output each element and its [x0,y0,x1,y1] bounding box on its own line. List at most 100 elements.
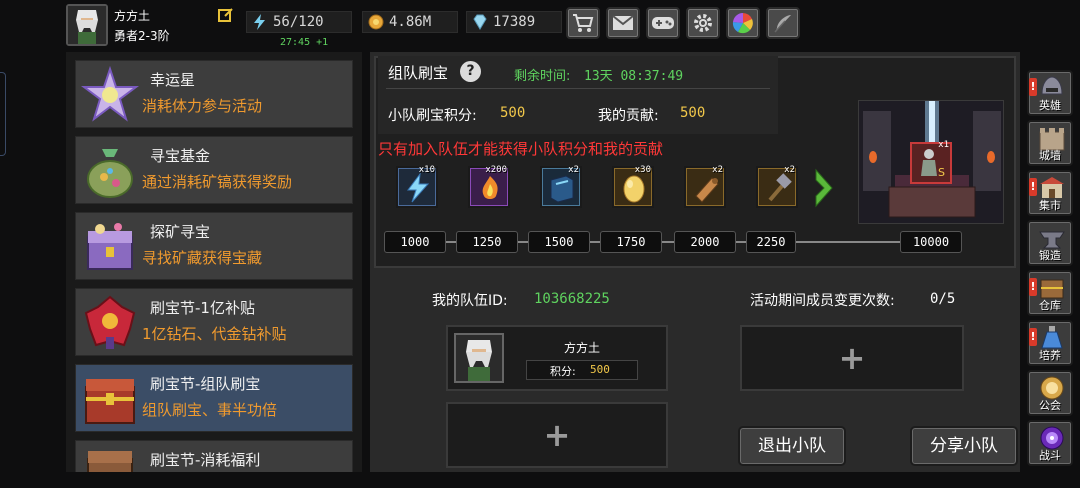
energy-regen-timer: 27:45 +1 [280,37,329,48]
reward-count: x30 [634,165,651,175]
add-member-slot-2[interactable]: + [740,325,964,391]
settings-button[interactable] [686,7,720,39]
sidebar-label: 培养 [1039,349,1061,362]
activity-item-lucky-star[interactable]: 幸运星 消耗体力参与活动 [75,60,353,128]
edit-icon[interactable] [218,7,234,23]
sidebar-label: 城墙 [1039,149,1061,162]
treasure-chest-icon [80,217,140,277]
player-avatar[interactable] [66,4,108,46]
sidebar-item-battle[interactable]: 战斗 [1027,420,1073,466]
reward-slot-scroll[interactable]: x2 [684,165,726,208]
gamepad-button[interactable] [646,7,680,39]
feather-icon [774,15,791,33]
red-chest-icon [80,369,140,429]
reward-count: x2 [784,165,795,175]
activity-item-mining-treasure[interactable]: 探矿寻宝 寻找矿藏获得宝藏 [75,212,353,280]
activity-item-subsidy[interactable]: 刷宝节-1亿补贴 1亿钻石、代金钻补贴 [75,288,353,356]
energy-counter: 56/120 [246,11,352,33]
activity-subtitle: 组队刷宝、事半功倍 [142,401,278,419]
screen-edge-indicator [0,72,6,156]
team-id-value: 103668225 [534,291,610,307]
feather-button[interactable] [766,7,800,39]
leave-team-button[interactable]: 退出小队 [738,426,846,466]
my-contribution-label: 我的贡献: [598,108,659,124]
activity-item-treasure-fund[interactable]: 寻宝基金 通过消耗矿镐获得奖励 [75,136,353,204]
add-member-slot-3[interactable]: + [446,402,668,468]
reward-count: x1 [938,140,949,150]
sidebar-item-hero[interactable]: ! 英雄 [1027,70,1073,116]
activity-subtitle: 寻找矿藏获得宝藏 [142,249,263,267]
activity-title: 刷宝节-组队刷宝 [150,375,261,393]
activity-subtitle: 消耗体力参与活动 [142,97,263,115]
brown-chest-icon [80,445,140,472]
activity-title: 寻宝基金 [150,147,211,165]
lightning-icon [407,172,430,203]
scroll-right-arrow-icon[interactable] [812,168,836,212]
sidebar-item-forge[interactable]: 锻造 [1027,220,1073,266]
svg-text:S: S [938,166,945,179]
final-reward-item[interactable]: S x1 [910,140,952,184]
gamepad-icon [652,17,674,29]
activity-list[interactable]: 幸运星 消耗体力参与活动 寻宝基金 通过消耗矿镐获得奖励 探矿寻宝 寻找矿藏获得… [66,52,362,472]
activity-item-team-farming[interactable]: 刷宝节-组队刷宝 组队刷宝、事半功倍 [75,364,353,432]
alert-badge: ! [1029,178,1037,196]
member-change-value: 0/5 [930,291,956,307]
reward-slot-spellbook[interactable]: x2 [540,165,582,208]
gold-value: 4.86M [389,14,432,30]
sidebar-label: 公会 [1039,399,1061,412]
reward-slot-egg[interactable]: x30 [612,165,654,208]
sidebar-label: 集市 [1039,199,1061,212]
reward-slot-fire-scroll[interactable]: x200 [468,165,510,208]
diamond-counter: 17389 [466,11,562,33]
red-flower-badge-icon [80,293,140,353]
activity-subtitle: 通过消耗矿镐获得奖励 [142,173,293,191]
lucky-star-icon [80,65,140,125]
member-avatar [454,333,504,383]
help-icon[interactable]: ? [460,61,481,82]
activity-title: 刷宝节-消耗福利 [150,451,261,469]
activity-title: 刷宝节-1亿补贴 [150,299,255,317]
member-score-value: 500 [590,363,610,376]
sidebar-item-warehouse[interactable]: ! 仓库 [1027,270,1073,316]
milestone-2: 1250 [456,231,518,253]
my-contribution-value: 500 [680,105,706,121]
sidebar-item-wall[interactable]: 城墙 [1027,120,1073,166]
cart-icon [573,14,594,32]
reward-slot-lightning[interactable]: x10 [396,165,438,208]
activity-subtitle: 1亿钻石、代金钻补贴 [142,325,287,343]
event-title: 组队刷宝 [388,64,449,82]
member-score-box [526,360,638,380]
gold-coin-icon [367,14,385,30]
color-wheel-button[interactable] [726,7,760,39]
lightning-icon [251,14,269,30]
player-rank: 勇者2-3阶 [114,29,170,43]
reward-count: x2 [712,165,723,175]
diamond-icon [471,14,489,30]
sidebar-label: 锻造 [1039,249,1061,262]
sidebar-item-market[interactable]: ! 集市 [1027,170,1073,216]
activity-title: 探矿寻宝 [150,223,211,241]
mail-button[interactable] [606,7,640,39]
join-team-warning: 只有加入队伍才能获得小队积分和我的贡献 [378,140,664,158]
team-score-label: 小队刷宝积分: [388,108,477,124]
share-team-button[interactable]: 分享小队 [910,426,1018,466]
milestone-3: 1500 [528,231,590,253]
alert-badge: ! [1029,278,1037,296]
sidebar-label: 英雄 [1039,99,1061,112]
sidebar-item-cultivate[interactable]: ! 培养 [1027,320,1073,366]
sidebar-label: 战斗 [1039,449,1061,462]
gear-icon [694,14,712,32]
reward-count: x2 [568,165,579,175]
alert-badge: ! [1029,328,1037,346]
reward-count: x10 [418,165,435,175]
activity-title: 幸运星 [150,71,196,89]
alert-badge: ! [1029,78,1037,96]
divider [386,88,770,89]
shop-cart-button[interactable] [566,7,600,39]
sidebar-item-guild[interactable]: 公会 [1027,370,1073,416]
sidebar-label: 仓库 [1039,299,1061,312]
reward-slot-hammer[interactable]: x2 [756,165,798,208]
reward-count: x200 [485,165,507,175]
activity-item-consume-benefit[interactable]: 刷宝节-消耗福利 [75,440,353,472]
member-change-label: 活动期间成员变更次数: [750,293,895,309]
